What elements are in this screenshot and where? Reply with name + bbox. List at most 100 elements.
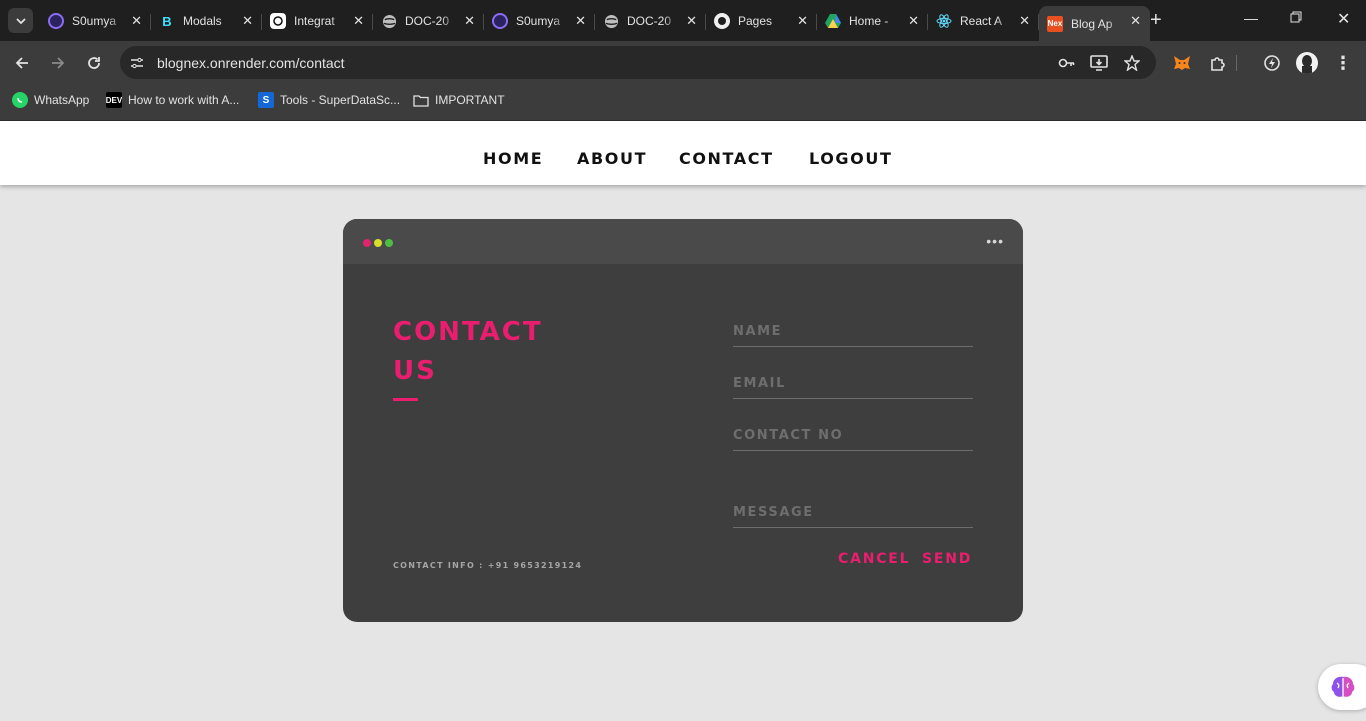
close-icon[interactable]: ✕: [575, 13, 586, 29]
chatgpt-icon: [270, 13, 286, 29]
floating-assistant-button[interactable]: [1318, 664, 1366, 710]
browser-tab[interactable]: Home - ✕: [817, 6, 928, 36]
reload-icon: [88, 57, 100, 69]
send-button[interactable]: SEND: [922, 551, 972, 567]
new-tab-plus-icon[interactable]: +: [1150, 9, 1162, 31]
close-icon[interactable]: ✕: [131, 13, 142, 29]
profile-avatar[interactable]: [1296, 52, 1318, 74]
toolbar-divider: [1236, 55, 1237, 71]
bookmark-dev[interactable]: DEV How to work with A...: [106, 92, 239, 108]
bookmark-whatsapp[interactable]: WhatsApp: [12, 92, 89, 108]
minimize-icon[interactable]: —: [1244, 10, 1258, 26]
close-icon[interactable]: ✕: [464, 13, 475, 29]
tab-search-button[interactable]: [8, 8, 33, 33]
browser-tab[interactable]: Pages ✕: [706, 6, 817, 36]
more-options-icon[interactable]: •••: [986, 233, 1004, 249]
address-bar[interactable]: blognex.onrender.com/contact: [120, 46, 1156, 79]
tab-title: S0umya: [516, 14, 561, 28]
performance-icon[interactable]: [1262, 53, 1282, 73]
tab-title: S0umya: [72, 14, 117, 28]
nav-about-link[interactable]: ABOUT: [577, 149, 647, 168]
purple-circle-icon: [48, 13, 64, 29]
tab-list: S0umya ✕ B Modals ✕ Integrat ✕ DOC-20 ✕ …: [40, 6, 1150, 41]
email-field-wrapper: [733, 369, 973, 399]
browser-tab[interactable]: S0umya ✕: [484, 6, 595, 36]
bookmark-label: WhatsApp: [34, 93, 90, 107]
google-drive-icon: [825, 13, 841, 29]
site-settings-icon[interactable]: [128, 54, 146, 72]
tab-title: Pages: [738, 14, 773, 28]
name-field-wrapper: [733, 317, 973, 347]
window-close-icon[interactable]: ✕: [1337, 9, 1350, 29]
tab-title: Modals: [183, 14, 222, 28]
arrow-right-icon: [52, 57, 65, 69]
restore-icon[interactable]: [1290, 10, 1302, 26]
arrow-left-icon: [15, 57, 28, 69]
tab-title: DOC-20: [405, 14, 450, 28]
tab-title: DOC-20: [627, 14, 672, 28]
close-icon[interactable]: ✕: [908, 13, 919, 29]
email-input[interactable]: [733, 369, 973, 397]
nex-icon: Nex: [1047, 15, 1063, 32]
nav-contact-link[interactable]: CONTACT: [679, 149, 774, 168]
brain-icon: [1331, 676, 1355, 697]
browser-tab[interactable]: Integrat ✕: [262, 6, 373, 36]
red-dot-icon: [363, 239, 371, 247]
superdatascience-icon: S: [258, 92, 274, 108]
browser-tab[interactable]: React A ✕: [928, 6, 1039, 36]
close-icon[interactable]: ✕: [686, 13, 697, 29]
browser-toolbar: blognex.onrender.com/contact ⋮: [0, 41, 1366, 84]
contact-info: CONTACT INFO : +91 9653219124: [393, 561, 583, 570]
nav-home-link[interactable]: HOME: [483, 149, 543, 168]
contact-title-line2: US: [393, 356, 437, 386]
close-icon[interactable]: ✕: [242, 13, 253, 29]
close-icon[interactable]: ✕: [1019, 13, 1030, 29]
tab-title: Blog Ap: [1071, 16, 1113, 31]
tab-title: React A: [960, 14, 1003, 28]
folder-icon: [413, 92, 429, 108]
chevron-down-icon: [15, 17, 26, 24]
react-icon: [936, 13, 952, 29]
key-icon[interactable]: [1058, 54, 1076, 72]
extensions-puzzle-icon[interactable]: [1208, 53, 1228, 73]
title-underline: [393, 398, 418, 401]
bookmark-label: Tools - SuperDataSc...: [280, 93, 401, 107]
menu-kebab-icon[interactable]: ⋮: [1333, 53, 1353, 73]
globe-icon: [381, 13, 397, 29]
contact-title-line1: CONTACT: [393, 317, 543, 347]
tab-title: Home -: [849, 14, 889, 28]
contact-card: ••• CONTACT US CONTACT INFO : +91 965321…: [343, 219, 1023, 622]
bookmark-folder-important[interactable]: IMPORTANT: [413, 92, 505, 108]
install-app-icon[interactable]: [1090, 54, 1108, 72]
url-text[interactable]: blognex.onrender.com/contact: [157, 55, 345, 71]
whatsapp-icon: [12, 92, 28, 108]
browser-tab-active[interactable]: Nex Blog Ap ✕: [1039, 6, 1150, 41]
purple-circle-icon: [492, 13, 508, 29]
browser-tab[interactable]: S0umya ✕: [40, 6, 151, 36]
card-header: •••: [343, 219, 1023, 264]
browser-tab[interactable]: DOC-20 ✕: [373, 6, 484, 36]
react-bootstrap-icon: B: [162, 13, 172, 29]
reload-button[interactable]: [82, 51, 106, 75]
bookmark-star-icon[interactable]: [1123, 54, 1141, 72]
bookmark-superdatascience[interactable]: S Tools - SuperDataSc...: [258, 92, 400, 108]
browser-tab-strip: S0umya ✕ B Modals ✕ Integrat ✕ DOC-20 ✕ …: [0, 0, 1366, 41]
metamask-extension-icon[interactable]: [1172, 53, 1192, 73]
browser-tab[interactable]: B Modals ✕: [151, 6, 262, 36]
site-navbar: HOME ABOUT CONTACT LOGOUT: [0, 121, 1366, 185]
nav-logout-link[interactable]: LOGOUT: [809, 149, 892, 168]
close-icon[interactable]: ✕: [797, 13, 808, 29]
globe-icon: [603, 13, 619, 29]
browser-tab[interactable]: DOC-20 ✕: [595, 6, 706, 36]
name-input[interactable]: [733, 317, 973, 345]
close-icon[interactable]: ✕: [353, 13, 364, 29]
bookmark-label: IMPORTANT: [435, 93, 505, 107]
green-dot-icon: [385, 239, 393, 247]
contact-no-input[interactable]: [733, 421, 973, 449]
contact-title: CONTACT US: [393, 313, 543, 391]
forward-button[interactable]: [46, 51, 70, 75]
cancel-button[interactable]: CANCEL: [838, 551, 910, 567]
message-input[interactable]: [733, 498, 973, 526]
close-icon[interactable]: ✕: [1130, 13, 1141, 29]
back-button[interactable]: [10, 51, 34, 75]
